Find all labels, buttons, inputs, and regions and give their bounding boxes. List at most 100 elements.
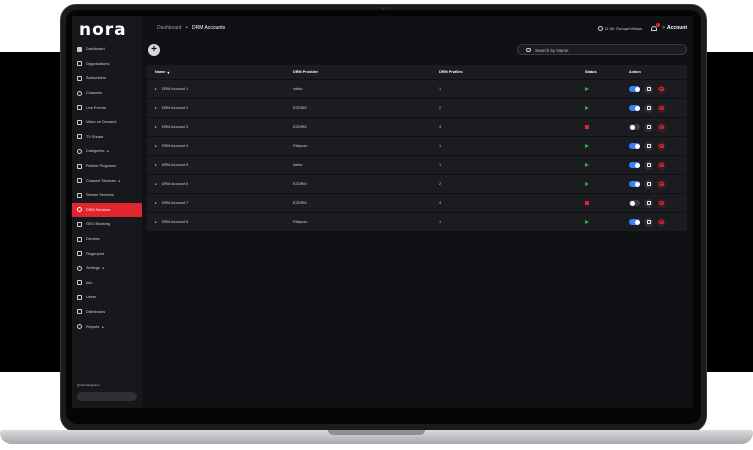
sidebar-item-tv-shows[interactable]: TV Shows	[72, 130, 142, 145]
sidebar-item-info[interactable]: Info	[72, 276, 142, 291]
search-input[interactable]	[535, 46, 675, 54]
table-row[interactable]: ▸ DRM Account 5 irdeto 1	[147, 155, 687, 174]
status-running-icon[interactable]	[585, 106, 589, 110]
action-bar: +	[142, 41, 693, 61]
edit-icon[interactable]	[644, 122, 653, 132]
sidebar-item-fingerprint[interactable]: Fingerprint	[72, 246, 142, 261]
sidebar-item-live-events[interactable]: Live Events	[72, 100, 142, 115]
breadcrumb: Dashboard • DRM Accounts	[157, 25, 225, 31]
column-action-header: Action	[629, 70, 641, 74]
expand-row-icon[interactable]: ▸	[155, 201, 157, 205]
expand-row-icon[interactable]: ▸	[155, 106, 157, 110]
sidebar-item-geo-blocking[interactable]: GEO Blocking	[72, 217, 142, 232]
sidebar-item-organizations[interactable]: Organizations	[72, 57, 142, 72]
table-row[interactable]: ▸ DRM Account 7 EZDRM 4	[147, 193, 687, 212]
sidebar-item-settings[interactable]: Settings ▸	[72, 261, 142, 276]
sidebar-item-distributors[interactable]: Distributors	[72, 305, 142, 320]
notification-dot	[656, 23, 661, 27]
sidebar-item-video-on-demand[interactable]: Video on Demand	[72, 115, 142, 130]
laptop-base-notch	[328, 430, 425, 435]
account-name: DRM Account 7	[161, 201, 189, 205]
delete-icon[interactable]	[657, 198, 666, 208]
edit-icon[interactable]	[644, 198, 653, 208]
expand-row-icon[interactable]: ▸	[155, 220, 157, 224]
notification-bell-icon[interactable]	[650, 23, 661, 32]
sort-icon[interactable]: ▾	[167, 70, 169, 75]
table-row[interactable]: ▸ DRM Account 2 EZDRM 2	[147, 98, 687, 117]
delete-icon[interactable]	[657, 103, 666, 113]
status-stopped-icon[interactable]	[585, 201, 589, 205]
sidebar-item-channel-services[interactable]: Channel Services ▸	[72, 173, 142, 188]
sidebar-item-subscribers[interactable]: Subscribers	[72, 71, 142, 86]
cell-status	[585, 106, 629, 110]
status-running-icon[interactable]	[585, 163, 589, 167]
enable-toggle[interactable]	[629, 124, 640, 130]
app-logo[interactable]: nora	[79, 20, 127, 40]
account-chevron-icon[interactable]: >	[662, 25, 665, 31]
delete-icon[interactable]	[657, 141, 666, 151]
table-row[interactable]: ▸ DRM Account 6 EZDRM 2	[147, 174, 687, 193]
cell-provider: irdeto	[293, 163, 303, 167]
sidebar-item-label: Fingerprint	[86, 251, 105, 256]
sidebar-item-reports[interactable]: Reports ▸	[72, 319, 142, 334]
add-account-button[interactable]: +	[148, 44, 160, 56]
expand-row-icon[interactable]: ▸	[155, 144, 157, 148]
delete-icon[interactable]	[657, 160, 666, 170]
breadcrumb-dashboard[interactable]: Dashboard	[157, 25, 181, 31]
table-row[interactable]: ▸ DRM Account 4 Pallycon 1	[147, 136, 687, 155]
status-running-icon[interactable]	[585, 182, 589, 186]
enable-toggle[interactable]	[629, 86, 640, 92]
delete-icon[interactable]	[657, 179, 666, 189]
status-running-icon[interactable]	[585, 87, 589, 91]
sidebar-item-dashboard[interactable]: Dashboard	[72, 42, 142, 57]
edit-icon[interactable]	[644, 217, 653, 227]
delete-icon[interactable]	[657, 122, 666, 132]
account-name: DRM Account 2	[161, 106, 189, 110]
edit-icon[interactable]	[644, 141, 653, 151]
edit-icon[interactable]	[644, 103, 653, 113]
cell-actions	[629, 217, 687, 227]
sidebar-item-label: Partner Programs	[86, 164, 116, 169]
expand-row-icon[interactable]: ▸	[155, 87, 157, 91]
expand-row-icon[interactable]: ▸	[155, 182, 157, 186]
table-row[interactable]: ▸ DRM Account 1 irdeto 1	[147, 79, 687, 98]
sidebar-item-partner-programs[interactable]: Partner Programs	[72, 159, 142, 174]
status-stopped-icon[interactable]	[585, 125, 589, 129]
edit-icon[interactable]	[644, 160, 653, 170]
enable-toggle[interactable]	[629, 219, 640, 225]
delete-glyph	[659, 105, 664, 111]
sidebar-item-devices[interactable]: Devices	[72, 232, 142, 247]
enable-toggle[interactable]	[629, 200, 640, 206]
expand-row-icon[interactable]: ▸	[155, 163, 157, 167]
enable-toggle[interactable]	[629, 143, 640, 149]
edit-icon[interactable]	[644, 84, 653, 94]
sidebar-item-categories[interactable]: Categories ▸	[72, 144, 142, 159]
delete-icon[interactable]	[657, 217, 666, 227]
search-box[interactable]	[517, 44, 687, 55]
sidebar-item-channels[interactable]: Channels	[72, 86, 142, 101]
account-menu[interactable]: Account	[667, 25, 687, 31]
expand-caret-icon: ▸	[102, 266, 105, 271]
current-time: 11:06	[604, 25, 615, 31]
table-row[interactable]: ▸ DRM Account 8 Pallycon 1	[147, 212, 687, 231]
toggle-knob	[634, 162, 640, 168]
edit-icon[interactable]	[644, 179, 653, 189]
sidebar-item-users[interactable]: Users	[72, 290, 142, 305]
status-running-icon[interactable]	[585, 144, 589, 148]
table-row[interactable]: ▸ DRM Account 3 EZDRM 4	[147, 117, 687, 136]
cell-status	[585, 87, 629, 91]
breadcrumb-current: DRM Accounts	[192, 25, 226, 31]
enable-toggle[interactable]	[629, 181, 640, 187]
sidebar-item-stream-services[interactable]: Stream Services	[72, 188, 142, 203]
sidebar-item-drm-services[interactable]: DRM Services	[72, 202, 142, 218]
enable-toggle[interactable]	[629, 105, 640, 111]
expand-row-icon[interactable]: ▸	[155, 125, 157, 129]
enable-toggle[interactable]	[629, 162, 640, 168]
edit-glyph	[646, 201, 651, 205]
cell-profiles: 1	[439, 144, 442, 148]
delete-icon[interactable]	[657, 84, 666, 94]
quick-nav-input[interactable]	[77, 392, 137, 401]
sidebar-item-label: Organizations	[86, 61, 110, 66]
column-name-header[interactable]: Name ▾	[147, 70, 293, 75]
status-running-icon[interactable]	[585, 220, 589, 224]
